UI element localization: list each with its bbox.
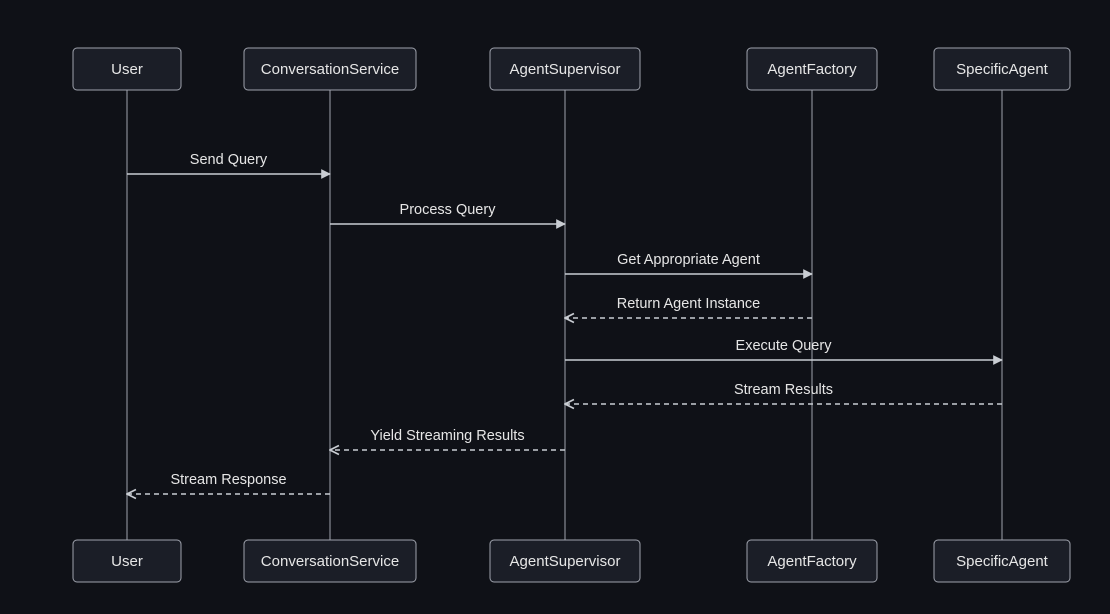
- message-4: Execute Query: [565, 338, 1002, 360]
- message-label: Stream Results: [734, 382, 833, 398]
- actor-factory: AgentFactory: [747, 540, 877, 582]
- message-1: Process Query: [330, 202, 565, 224]
- actor-label: AgentFactory: [767, 61, 857, 78]
- actor-label: SpecificAgent: [956, 61, 1049, 78]
- message-7: Stream Response: [127, 472, 330, 494]
- message-3: Return Agent Instance: [565, 296, 812, 318]
- sequence-diagram: Send Query Process Query Get Appropriate A…: [0, 0, 1110, 614]
- message-label: Process Query: [400, 202, 497, 218]
- actor-conv: ConversationService: [244, 48, 416, 90]
- actor-user: User: [73, 48, 181, 90]
- message-5: Stream Results: [565, 382, 1002, 404]
- actor-agent: SpecificAgent: [934, 48, 1070, 90]
- actor-agent: SpecificAgent: [934, 540, 1070, 582]
- actor-factory: AgentFactory: [747, 48, 877, 90]
- message-0: Send Query: [127, 152, 330, 174]
- message-6: Yield Streaming Results: [330, 428, 565, 450]
- message-label: Send Query: [190, 152, 268, 168]
- actor-supervisor: AgentSupervisor: [490, 540, 640, 582]
- actor-label: User: [111, 553, 143, 570]
- message-label: Return Agent Instance: [617, 296, 761, 312]
- actor-label: AgentSupervisor: [510, 61, 621, 78]
- actor-label: ConversationService: [261, 61, 399, 78]
- message-label: Yield Streaming Results: [370, 428, 524, 444]
- message-label: Get Appropriate Agent: [617, 252, 760, 268]
- actor-user: User: [73, 540, 181, 582]
- message-2: Get Appropriate Agent: [565, 252, 812, 274]
- actor-label: AgentFactory: [767, 553, 857, 570]
- message-label: Stream Response: [170, 472, 286, 488]
- actor-supervisor: AgentSupervisor: [490, 48, 640, 90]
- actor-label: User: [111, 61, 143, 78]
- actor-label: AgentSupervisor: [510, 553, 621, 570]
- actor-conv: ConversationService: [244, 540, 416, 582]
- actor-label: SpecificAgent: [956, 553, 1049, 570]
- actor-label: ConversationService: [261, 553, 399, 570]
- message-label: Execute Query: [736, 338, 833, 354]
